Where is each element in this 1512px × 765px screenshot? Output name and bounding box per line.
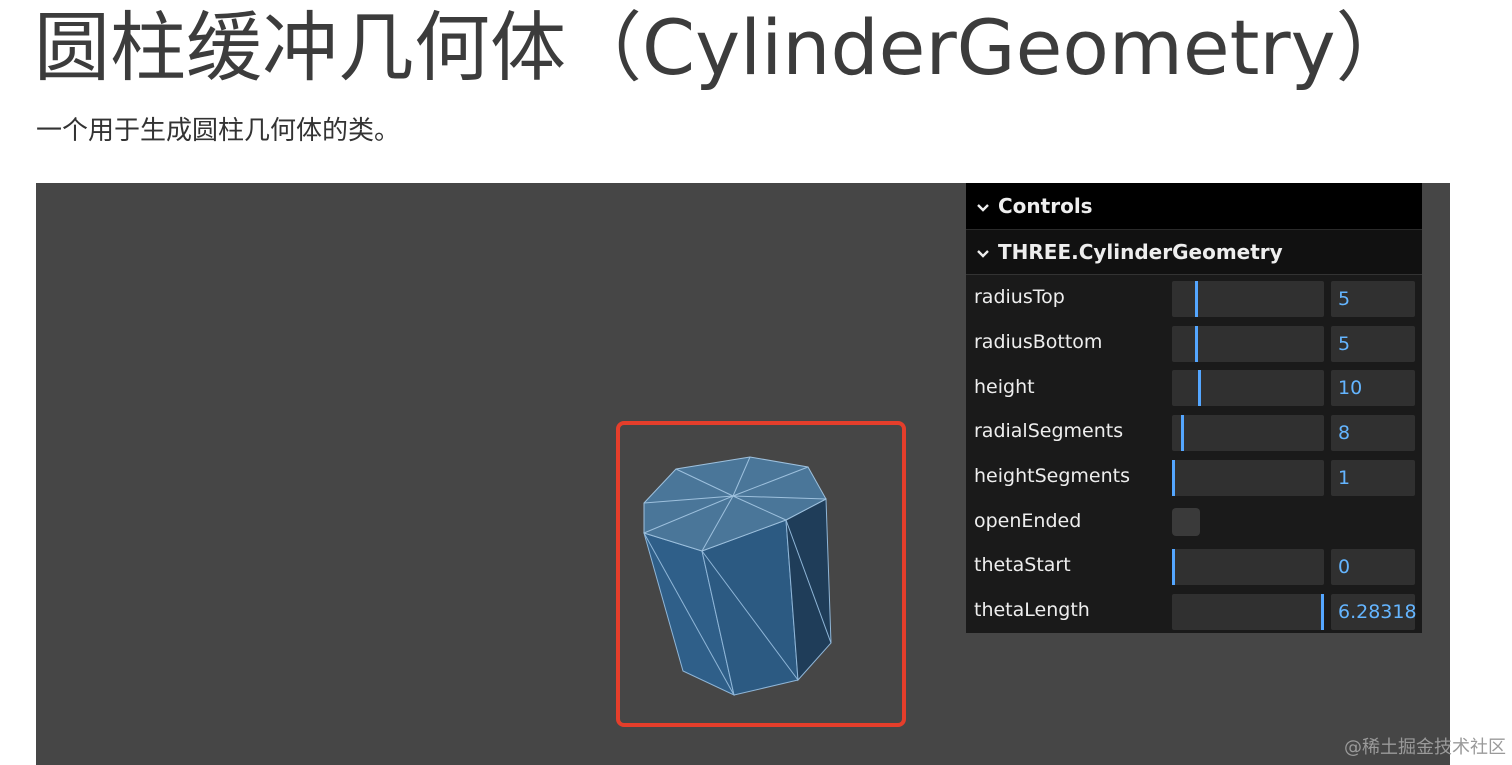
3d-viewport[interactable]: Controls THREE.CylinderGeometry radiusTo… xyxy=(36,183,1450,765)
page-title: 圆柱缓冲几何体（CylinderGeometry） xyxy=(34,3,1412,92)
row-open-ended: openEnded xyxy=(966,498,1422,544)
radius-bottom-slider[interactable] xyxy=(1172,325,1324,362)
row-theta-start: thetaStart 0 xyxy=(966,543,1422,588)
radial-segments-slider[interactable] xyxy=(1172,415,1324,452)
row-label: openEnded xyxy=(974,509,1082,532)
folder-title: THREE.CylinderGeometry xyxy=(998,240,1283,264)
row-label: radialSegments xyxy=(974,420,1124,443)
theta-start-input[interactable]: 0 xyxy=(1331,549,1415,586)
radius-top-slider[interactable] xyxy=(1172,281,1324,317)
row-label: radiusTop xyxy=(974,286,1065,309)
controls-header[interactable]: Controls xyxy=(966,183,1422,230)
row-theta-length: thetaLength 6.28318 xyxy=(966,587,1422,633)
highlight-frame xyxy=(616,421,906,727)
open-ended-checkbox[interactable] xyxy=(1172,508,1200,537)
controls-title: Controls xyxy=(998,194,1093,218)
theta-start-slider[interactable] xyxy=(1172,549,1324,586)
theta-length-slider[interactable] xyxy=(1172,593,1324,630)
row-radial-segments: radialSegments 8 xyxy=(966,409,1422,454)
radial-segments-input[interactable]: 8 xyxy=(1331,415,1415,452)
row-label: heightSegments xyxy=(974,465,1130,488)
height-segments-slider[interactable] xyxy=(1172,459,1324,496)
row-label: height xyxy=(974,375,1035,398)
height-input[interactable]: 10 xyxy=(1331,370,1415,407)
page-description: 一个用于生成圆柱几何体的类。 xyxy=(36,116,401,146)
height-segments-input[interactable]: 1 xyxy=(1331,459,1415,496)
radius-bottom-input[interactable]: 5 xyxy=(1331,325,1415,362)
row-radius-top: radiusTop 5 xyxy=(966,275,1422,320)
watermark: @稀土掘金技术社区 xyxy=(1344,737,1506,758)
radius-top-input[interactable]: 5 xyxy=(1331,281,1415,317)
theta-length-input[interactable]: 6.28318 xyxy=(1331,593,1417,630)
chevron-down-icon xyxy=(976,240,998,264)
row-label: thetaLength xyxy=(974,599,1090,622)
folder-cylinder-geometry[interactable]: THREE.CylinderGeometry xyxy=(966,230,1422,275)
chevron-down-icon xyxy=(976,194,998,218)
height-slider[interactable] xyxy=(1172,370,1324,407)
row-height-segments: heightSegments 1 xyxy=(966,453,1422,499)
controls-panel[interactable]: Controls THREE.CylinderGeometry radiusTo… xyxy=(966,183,1422,633)
row-height: height 10 xyxy=(966,364,1422,410)
row-radius-bottom: radiusBottom 5 xyxy=(966,319,1422,365)
row-label: thetaStart xyxy=(974,554,1071,577)
row-label: radiusBottom xyxy=(974,331,1103,354)
